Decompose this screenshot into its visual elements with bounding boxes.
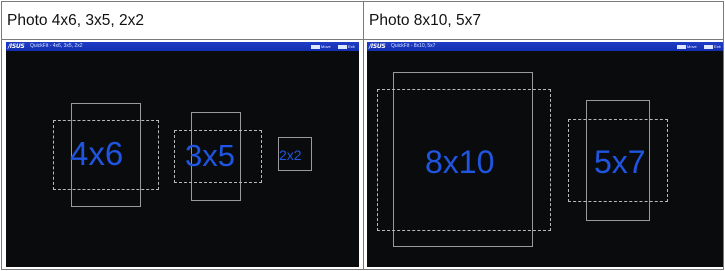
move-icon [311,44,320,49]
quickfit-screen-small: /ISUS QuickFit - 4x6, 3x5, 2x2 Move Exit… [6,42,359,267]
move-button[interactable]: Move [311,44,331,49]
label-4x6: 4x6 [70,135,124,172]
quickfit-titlebar: /ISUS QuickFit - 4x6, 3x5, 2x2 Move Exit [6,42,359,51]
label-2x2: 2x2 [279,147,302,163]
exit-icon [704,44,713,49]
exit-icon [338,44,347,49]
quickfit-screen-large: /ISUS QuickFit - 8x10, 5x7 Move Exit 8x1… [367,42,723,267]
exit-button[interactable]: Exit [338,44,355,49]
label-3x5: 3x5 [185,138,235,173]
window-title: QuickFit - 4x6, 3x5, 2x2 [30,43,83,49]
cell-heading: Photo 8x10, 5x7 [364,2,723,40]
asus-logo: /ISUS [8,43,25,50]
cell-small-photos: Photo 4x6, 3x5, 2x2 /ISUS QuickFit - 4x6… [2,2,364,269]
label-5x7: 5x7 [594,144,646,180]
exit-button[interactable]: Exit [704,44,721,49]
cell-large-photos: Photo 8x10, 5x7 /ISUS QuickFit - 8x10, 5… [364,2,723,269]
window-title: QuickFit - 8x10, 5x7 [391,43,436,49]
asus-logo: /ISUS [369,43,386,50]
move-button[interactable]: Move [677,44,697,49]
cell-heading: Photo 4x6, 3x5, 2x2 [2,2,363,40]
label-8x10: 8x10 [425,144,495,180]
move-icon [677,44,686,49]
quickfit-titlebar: /ISUS QuickFit - 8x10, 5x7 Move Exit [367,42,723,51]
comparison-table: Photo 4x6, 3x5, 2x2 /ISUS QuickFit - 4x6… [1,1,724,270]
